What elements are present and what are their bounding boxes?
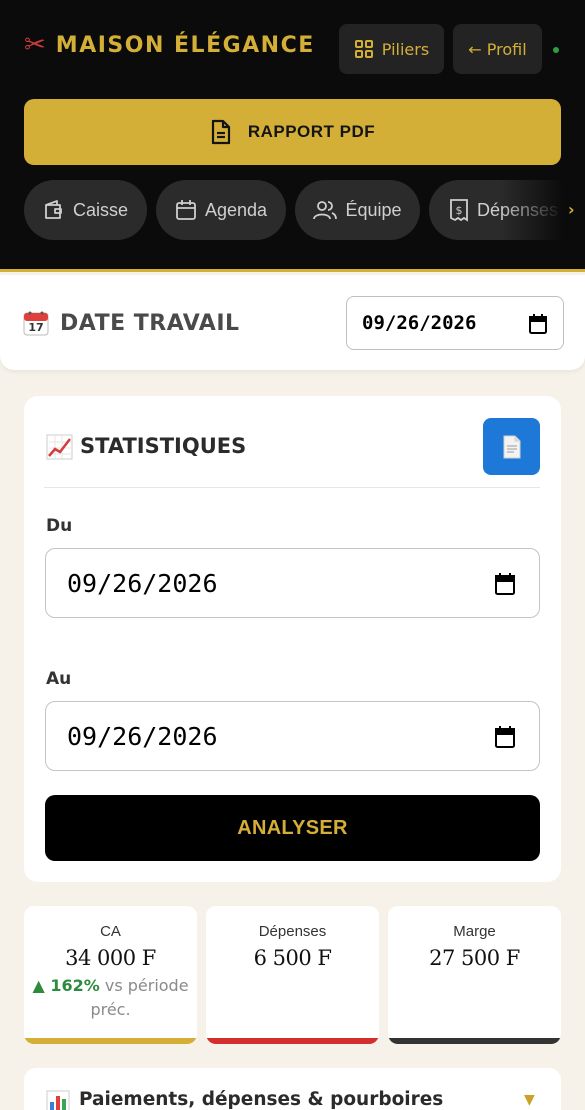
app-header: ✂ MAISON ÉLÉGANCE Piliers ← Profil RAPPO…	[0, 0, 585, 272]
chevron-down-icon[interactable]: ▼	[524, 1092, 535, 1108]
kpi-card-ca: CA 34 000 F ▲ 162% vs période préc.	[24, 906, 197, 1044]
calendar-picker-icon[interactable]	[495, 726, 515, 748]
calendar-icon	[176, 200, 196, 220]
scroll-right-icon[interactable]: ›	[568, 200, 575, 219]
from-date-input[interactable]: 09/26/2026	[45, 548, 540, 618]
tab-caisse[interactable]: Caisse	[24, 180, 147, 240]
calendar-picker-icon[interactable]	[529, 314, 547, 334]
statistics-card: STATISTIQUES Du 09/26/2026 Au 09/26/2026…	[24, 396, 561, 882]
kpi-color-bar	[388, 1038, 561, 1044]
receipt-icon: $	[450, 199, 468, 222]
from-label: Du	[46, 516, 73, 536]
kpi-card-marge: Marge 27 500 F	[388, 906, 561, 1044]
kpi-value: 6 500 F	[253, 946, 332, 970]
pdf-report-button[interactable]: RAPPORT PDF	[24, 99, 561, 165]
profil-label: ← Profil	[468, 39, 527, 59]
piliers-button[interactable]: Piliers	[339, 24, 444, 74]
analyse-button[interactable]: ANALYSER	[45, 795, 540, 861]
tab-agenda[interactable]: Agenda	[156, 180, 286, 240]
document-icon	[211, 119, 230, 145]
scissors-icon: ✂	[24, 30, 46, 60]
work-date-label: DATE TRAVAIL	[60, 311, 240, 336]
calendar-emoji-icon: 17	[23, 311, 49, 336]
kpi-value: 27 500 F	[429, 946, 520, 970]
svg-text:17: 17	[28, 321, 43, 334]
pdf-report-label: RAPPORT PDF	[247, 122, 376, 141]
kpi-delta-percent: ▲ 162%	[32, 976, 100, 995]
kpi-label: Dépenses	[258, 923, 327, 940]
tab-equipe-label: Équipe	[345, 199, 402, 220]
chart-increasing-icon	[46, 434, 73, 460]
brand-name: MAISON ÉLÉGANCE	[55, 32, 315, 58]
divider	[44, 487, 540, 488]
payments-accordion[interactable]: Paiements, dépenses & pourboires ▼	[24, 1068, 561, 1110]
kpi-label: Marge	[453, 923, 496, 940]
work-date-value: 09/26/2026	[362, 312, 477, 334]
kpi-delta-suffix: vs période préc.	[90, 976, 189, 1019]
tab-caisse-label: Caisse	[72, 199, 129, 220]
tab-agenda-label: Agenda	[204, 199, 268, 220]
tab-equipe[interactable]: Équipe	[295, 180, 420, 240]
piliers-label: Piliers	[381, 39, 430, 59]
kpi-color-bar	[206, 1038, 379, 1044]
work-date-input[interactable]: 09/26/2026	[346, 296, 564, 350]
svg-text:$: $	[456, 204, 463, 217]
kpi-value: 34 000 F	[65, 946, 156, 970]
bar-chart-icon	[46, 1090, 70, 1110]
to-label: Au	[46, 669, 72, 689]
profil-button[interactable]: ← Profil	[453, 24, 542, 74]
grid-icon	[354, 40, 373, 58]
page-icon	[503, 435, 520, 458]
to-date-value: 09/26/2026	[67, 721, 218, 751]
kpi-card-depenses: Dépenses 6 500 F	[206, 906, 379, 1044]
statistics-title: STATISTIQUES	[80, 434, 247, 458]
kpi-color-bar	[24, 1038, 197, 1044]
kpi-label: CA	[100, 923, 121, 940]
wallet-icon	[45, 200, 62, 219]
accordion-title: Paiements, dépenses & pourboires	[79, 1089, 444, 1110]
users-icon	[313, 201, 338, 220]
brand: ✂ MAISON ÉLÉGANCE	[24, 32, 315, 58]
kpi-delta: ▲ 162% vs période préc.	[24, 974, 197, 1022]
work-date-card: 17 DATE TRAVAIL 09/26/2026	[0, 275, 585, 370]
to-date-input[interactable]: 09/26/2026	[45, 701, 540, 771]
export-stats-button[interactable]	[483, 418, 540, 475]
calendar-picker-icon[interactable]	[495, 573, 515, 595]
from-date-value: 09/26/2026	[67, 568, 218, 598]
online-status-dot	[553, 47, 559, 53]
